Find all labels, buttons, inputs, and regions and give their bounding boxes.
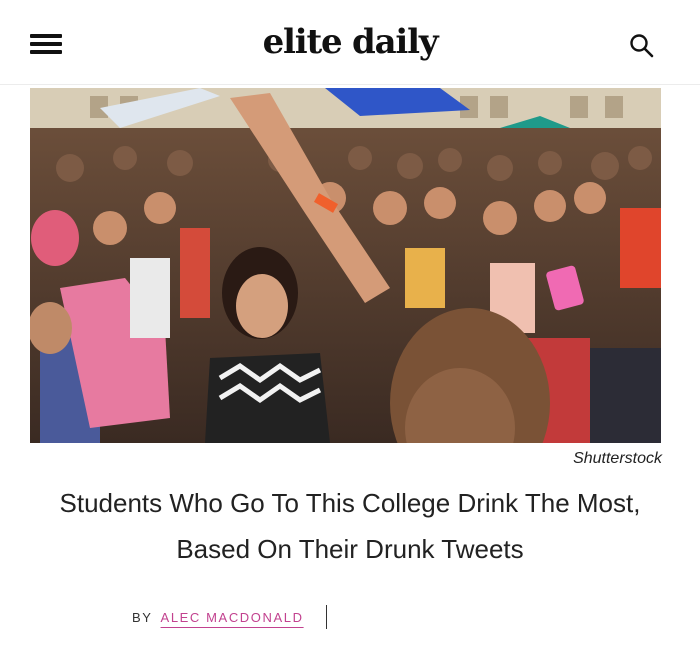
hero-photo <box>30 88 661 443</box>
byline-prefix: BY <box>132 609 153 625</box>
photo-credit: Shutterstock <box>573 450 662 467</box>
site-logo[interactable]: elite daily <box>0 22 700 62</box>
site-header: elite daily <box>0 0 700 85</box>
byline: BY ALEC MACDONALD <box>132 605 327 629</box>
author-link[interactable]: ALEC MACDONALD <box>161 610 304 625</box>
search-icon[interactable] <box>628 32 656 60</box>
article-headline: Students Who Go To This College Drink Th… <box>59 488 641 564</box>
byline-divider <box>325 605 327 629</box>
